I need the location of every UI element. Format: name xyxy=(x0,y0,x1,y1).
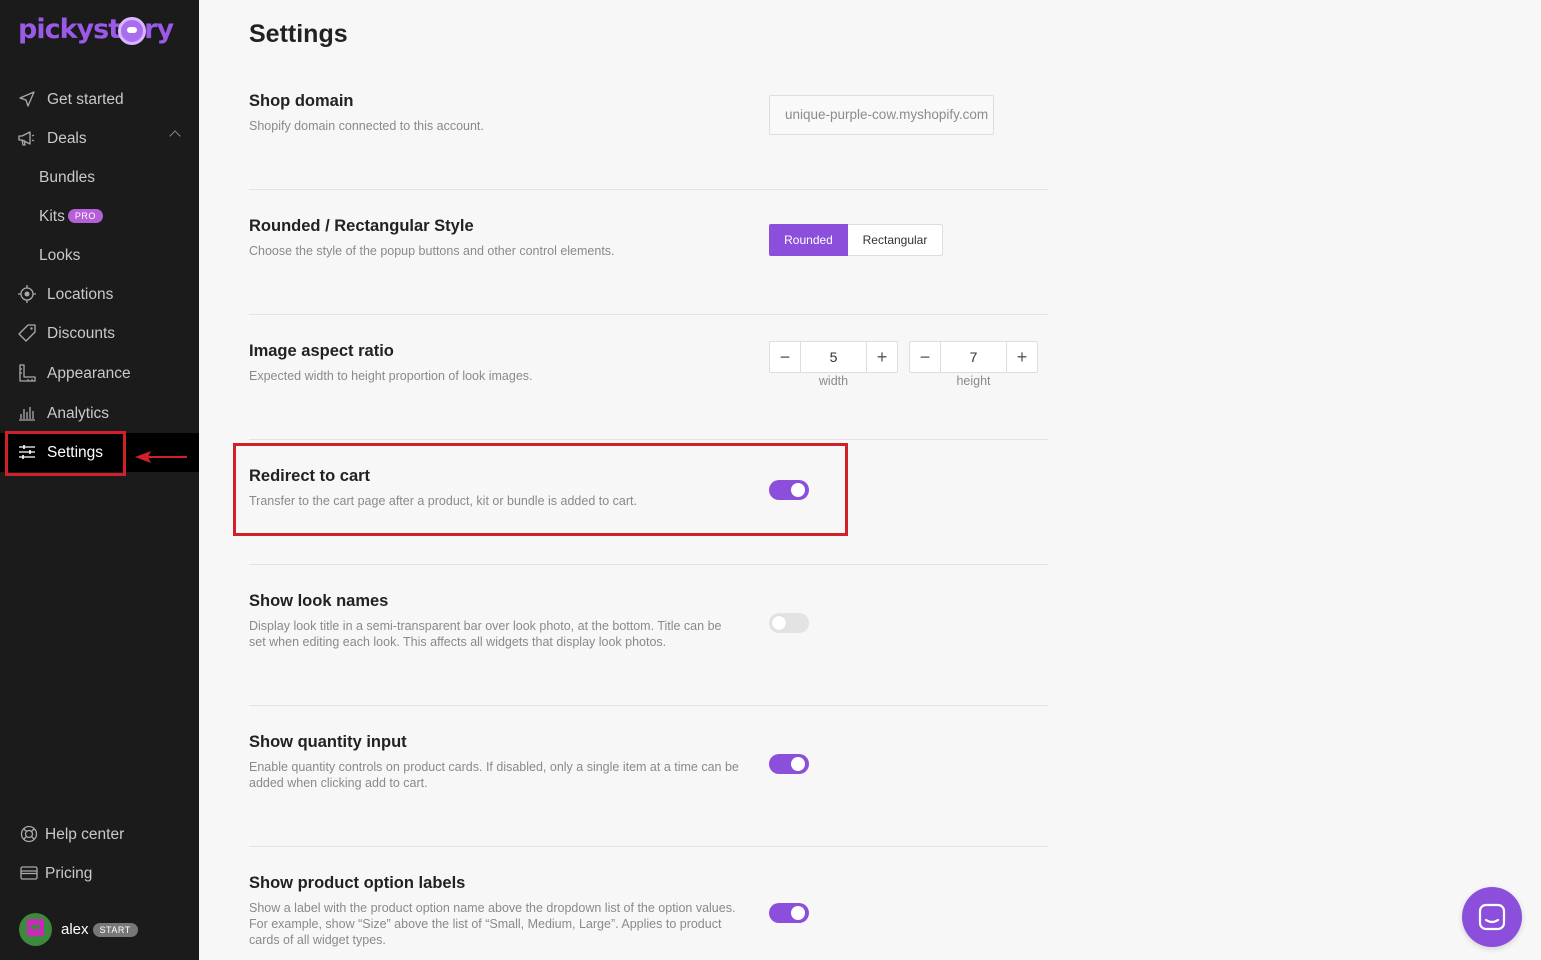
sidebar-item-label-wrap: Kits PRO xyxy=(39,208,103,226)
rectangular-option-button[interactable]: Rectangular xyxy=(848,224,943,256)
sidebar-item-help-center[interactable]: Help center xyxy=(0,815,199,854)
logo-text-right: ry xyxy=(144,14,174,45)
show-look-names-toggle[interactable] xyxy=(769,613,809,633)
paper-plane-icon xyxy=(17,89,37,109)
ruler-icon xyxy=(17,363,37,383)
sidebar-item-locations[interactable]: Locations xyxy=(0,275,199,314)
setting-redirect-to-cart: Redirect to cart Transfer to the cart pa… xyxy=(249,467,1048,509)
settings-page: Settings Shop domain Shopify domain conn… xyxy=(199,0,1541,960)
page-title: Settings xyxy=(249,20,348,48)
setting-title: Show product option labels xyxy=(249,874,466,892)
setting-show-look-names: Show look names Display look title in a … xyxy=(249,592,1048,650)
user-name: alex xyxy=(61,921,89,938)
height-stepper: − 7 + xyxy=(909,341,1038,373)
chat-icon xyxy=(1478,903,1506,931)
width-increment-button[interactable]: + xyxy=(866,341,898,373)
divider xyxy=(249,189,1048,190)
show-quantity-input-toggle[interactable] xyxy=(769,754,809,774)
sidebar-item-discounts[interactable]: Discounts xyxy=(0,314,199,353)
target-icon xyxy=(17,284,37,304)
toggle-knob xyxy=(791,906,805,920)
pro-badge: PRO xyxy=(67,208,103,223)
shop-domain-field[interactable]: unique-purple-cow.myshopify.com xyxy=(769,95,994,135)
show-product-option-labels-toggle[interactable] xyxy=(769,903,809,923)
chevron-up-icon[interactable] xyxy=(169,130,181,142)
sidebar-item-bundles[interactable]: Bundles xyxy=(0,158,199,197)
toggle-knob xyxy=(772,616,786,630)
sidebar-item-label: Help center xyxy=(45,825,125,843)
setting-title: Redirect to cart xyxy=(249,467,371,485)
chat-launcher-button[interactable] xyxy=(1462,887,1522,947)
megaphone-icon xyxy=(17,128,37,148)
setting-description: Transfer to the cart page after a produc… xyxy=(249,494,637,508)
rounded-option-button[interactable]: Rounded xyxy=(769,224,848,256)
annotation-highlight-settings xyxy=(5,431,126,476)
height-decrement-button[interactable]: − xyxy=(909,341,941,373)
divider xyxy=(249,705,1048,706)
sidebar-item-label: Discounts xyxy=(47,324,116,342)
height-caption: height xyxy=(956,374,991,388)
divider xyxy=(249,439,1048,440)
sidebar-item-analytics[interactable]: Analytics xyxy=(0,394,199,433)
sidebar-item-label: Analytics xyxy=(47,404,110,422)
sidebar: pickyst ry Get started Deals Bundles Kit… xyxy=(0,0,199,960)
pickystory-logo[interactable]: pickyst ry xyxy=(18,14,174,45)
sidebar-item-looks[interactable]: Looks xyxy=(0,236,199,275)
height-input[interactable]: 7 xyxy=(941,341,1006,373)
lifebuoy-icon xyxy=(19,824,39,844)
sidebar-item-label: Pricing xyxy=(45,864,93,882)
toggle-knob xyxy=(791,483,805,497)
annotation-arrow-icon xyxy=(135,451,187,463)
sidebar-item-label: Deals xyxy=(47,129,87,147)
setting-show-quantity-input: Show quantity input Enable quantity cont… xyxy=(249,733,1048,791)
width-caption: width xyxy=(818,374,849,388)
divider xyxy=(249,846,1048,847)
bar-chart-icon xyxy=(17,403,37,423)
width-stepper: − 5 + xyxy=(769,341,898,373)
setting-description: Show a label with the product option nam… xyxy=(249,901,736,947)
divider xyxy=(249,314,1048,315)
style-segmented-control: Rounded Rectangular xyxy=(769,224,943,256)
setting-description: Expected width to height proportion of l… xyxy=(249,369,533,383)
setting-description: Shopify domain connected to this account… xyxy=(249,119,484,133)
plan-badge: START xyxy=(92,922,138,937)
sidebar-item-appearance[interactable]: Appearance xyxy=(0,354,199,393)
sidebar-item-label: Bundles xyxy=(39,168,96,186)
toggle-knob xyxy=(791,757,805,771)
sidebar-item-label: Appearance xyxy=(47,364,131,382)
sidebar-item-deals[interactable]: Deals xyxy=(0,119,199,158)
setting-title: Show look names xyxy=(249,592,389,610)
setting-title: Show quantity input xyxy=(249,733,407,751)
setting-description: Enable quantity controls on product card… xyxy=(249,760,739,790)
avatar xyxy=(19,913,52,946)
setting-description: Display look title in a semi-transparent… xyxy=(249,619,722,649)
sidebar-item-kits[interactable]: Kits PRO xyxy=(0,197,199,236)
width-input[interactable]: 5 xyxy=(801,341,866,373)
redirect-to-cart-toggle[interactable] xyxy=(769,480,809,500)
height-increment-button[interactable]: + xyxy=(1006,341,1038,373)
sidebar-item-label: Kits xyxy=(39,207,65,225)
sidebar-item-label: Get started xyxy=(47,90,124,108)
sidebar-item-get-started[interactable]: Get started xyxy=(0,80,199,119)
tag-icon xyxy=(17,323,37,343)
width-decrement-button[interactable]: − xyxy=(769,341,801,373)
logo-mascot-icon xyxy=(118,16,147,45)
sidebar-item-label: Looks xyxy=(39,246,81,264)
divider xyxy=(249,564,1048,565)
logo-text-left: pickyst xyxy=(18,14,121,45)
setting-show-product-option-labels: Show product option labels Show a label … xyxy=(249,874,1048,948)
setting-description: Choose the style of the popup buttons an… xyxy=(249,244,615,258)
sidebar-item-label: Locations xyxy=(47,285,114,303)
sidebar-item-pricing[interactable]: Pricing xyxy=(0,854,199,893)
credit-card-icon xyxy=(19,863,39,883)
user-menu[interactable]: alex START xyxy=(19,913,138,946)
